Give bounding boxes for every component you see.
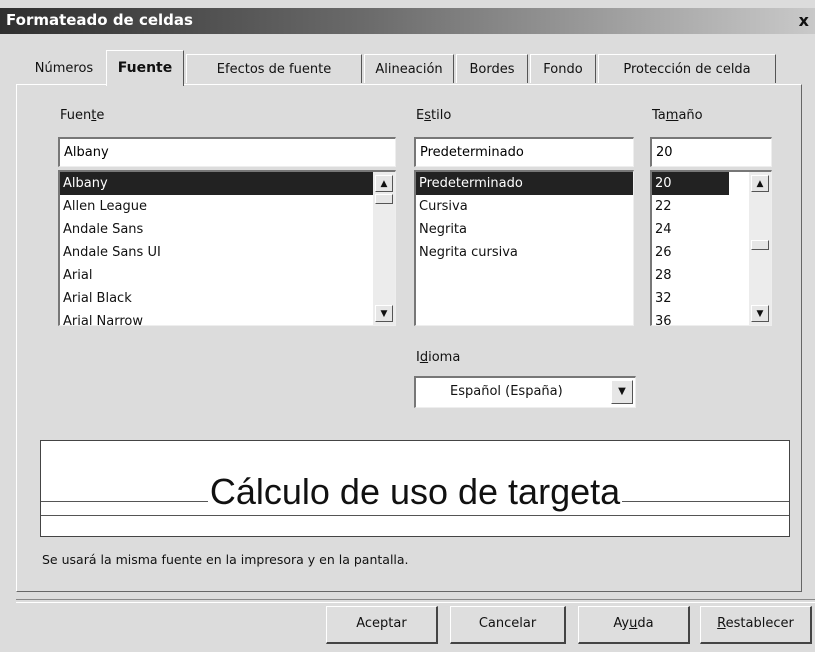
close-icon[interactable]: x (799, 11, 809, 30)
tab-numeros[interactable]: Números (20, 54, 108, 83)
size-label: Tamaño (652, 108, 703, 123)
font-preview: Cálculo de uso de targeta (40, 440, 790, 537)
reset-button[interactable]: Restablecer (700, 606, 812, 644)
list-item[interactable]: Arial Narrow (60, 310, 395, 325)
scroll-down-icon[interactable]: ▼ (375, 305, 393, 322)
format-cells-dialog: Formateado de celdas x Números Fuente Ef… (0, 0, 815, 652)
button-separator (16, 599, 815, 603)
language-select[interactable]: Español (España) ▼ (414, 376, 636, 408)
tab-bordes[interactable]: Bordes (456, 54, 528, 83)
tab-alineacion[interactable]: Alineación (364, 54, 454, 83)
tab-efectos-de-fuente[interactable]: Efectos de fuente (186, 54, 362, 83)
list-item[interactable]: Allen League (60, 195, 395, 218)
preview-text: Cálculo de uso de targeta (207, 471, 623, 512)
font-size-input[interactable] (650, 137, 772, 167)
font-name-listbox[interactable]: Albany Allen League Andale Sans Andale S… (58, 170, 396, 326)
font-size-listbox[interactable]: 20 22 24 26 28 32 36 ▲ ▼ (650, 170, 772, 326)
window-title: Formateado de celdas (6, 11, 193, 29)
font-style-listbox[interactable]: Predeterminado Cursiva Negrita Negrita c… (414, 170, 634, 326)
list-item[interactable]: Arial Black (60, 287, 395, 310)
list-item[interactable]: Albany (60, 172, 395, 195)
font-label: Fuente (60, 108, 105, 123)
info-text: Se usará la misma fuente en la impresora… (42, 552, 409, 567)
descender-line (41, 515, 789, 516)
scroll-thumb[interactable] (751, 240, 769, 250)
ok-button[interactable]: Aceptar (326, 606, 438, 644)
list-item[interactable]: 20 (652, 172, 729, 195)
scroll-up-icon[interactable]: ▲ (751, 175, 769, 192)
list-item[interactable]: Predeterminado (416, 172, 633, 195)
dropdown-arrow-icon[interactable]: ▼ (611, 380, 633, 404)
language-value: Español (España) (450, 384, 563, 399)
list-item[interactable]: Andale Sans UI (60, 241, 395, 264)
font-name-input[interactable] (58, 137, 396, 167)
style-label: Estilo (416, 108, 452, 123)
tab-proteccion-de-celda[interactable]: Protección de celda (598, 54, 776, 83)
size-list-scrollbar[interactable]: ▲ ▼ (749, 172, 771, 325)
list-item[interactable]: Cursiva (416, 195, 633, 218)
font-list-scrollbar[interactable]: ▲ ▼ (373, 172, 395, 325)
list-item[interactable]: Andale Sans (60, 218, 395, 241)
font-style-input[interactable] (414, 137, 634, 167)
scroll-up-icon[interactable]: ▲ (375, 175, 393, 192)
tab-fondo[interactable]: Fondo (530, 54, 596, 83)
cancel-button[interactable]: Cancelar (450, 606, 566, 644)
list-item[interactable]: Negrita cursiva (416, 241, 633, 264)
tab-strip: Números Fuente Efectos de fuente Alineac… (16, 50, 815, 86)
help-button[interactable]: Ayuda (578, 606, 690, 644)
list-item[interactable]: Negrita (416, 218, 633, 241)
tab-fuente[interactable]: Fuente (106, 50, 184, 86)
scroll-thumb[interactable] (375, 194, 393, 204)
list-item[interactable]: Arial (60, 264, 395, 287)
language-label: Idioma (416, 350, 461, 365)
scroll-down-icon[interactable]: ▼ (751, 305, 769, 322)
title-bar[interactable]: Formateado de celdas x (0, 8, 815, 34)
